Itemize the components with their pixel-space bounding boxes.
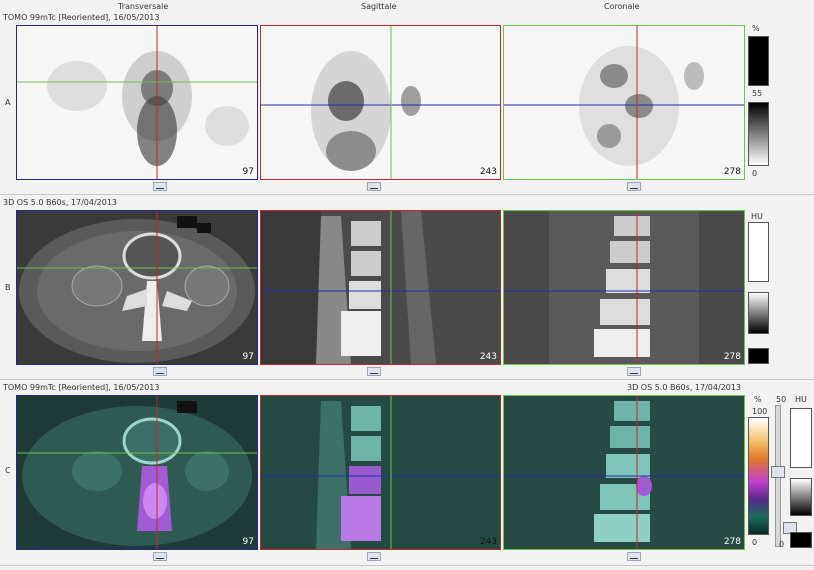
fusion-ct-gradient[interactable] (790, 478, 812, 516)
slice-slider-b-sagittal[interactable] (367, 367, 381, 376)
slice-slider-a-coronal[interactable] (627, 182, 641, 191)
slice-number: 243 (479, 167, 497, 177)
fusion-transverse-image (17, 396, 257, 549)
slice-slider-b-transverse[interactable] (153, 367, 167, 376)
fusion-mix-value: 50 (776, 395, 787, 404)
ct-scale-lower (748, 348, 769, 364)
slice-number: 97 (242, 352, 254, 362)
series-label-c-right: 3D OS 5.0 B60s, 17/04/2013 (627, 383, 742, 392)
view-b-coronal[interactable]: 278 (503, 210, 745, 365)
slice-number: 278 (723, 537, 741, 547)
spect-transverse-image (17, 26, 257, 179)
slice-slider-a-transverse[interactable] (153, 182, 167, 191)
nm-scale-unit: % (752, 24, 760, 33)
row-letter-a: A (5, 98, 11, 107)
view-a-transverse[interactable]: 97 (16, 25, 258, 180)
slice-slider-c-sagittal[interactable] (367, 552, 381, 561)
fusion-scale-min: 0 (752, 538, 758, 547)
slice-slider-b-coronal[interactable] (627, 367, 641, 376)
nm-scale-upper (748, 36, 769, 86)
row-separator (0, 194, 814, 195)
series-label-a: TOMO 99mTc [Reoriented], 16/05/2013 (3, 13, 160, 22)
view-c-sagittal[interactable]: 243 (260, 395, 501, 550)
slice-number: 97 (242, 167, 254, 177)
fusion-ct-lower (790, 532, 812, 548)
slice-number: 278 (723, 352, 741, 362)
fusion-ct-min: 0 (779, 540, 785, 549)
column-header-transverse: Transversale (118, 2, 169, 11)
fusion-sagittal-image (261, 396, 500, 549)
spect-sagittal-image (261, 26, 500, 179)
nm-scale-min: 0 (752, 169, 758, 178)
fusion-ct-upper (790, 408, 812, 468)
ct-coronal-image (504, 211, 744, 364)
ct-scale-gradient[interactable] (748, 292, 769, 334)
nm-scale-gradient[interactable] (748, 102, 769, 166)
fusion-scale-unit: % (754, 395, 762, 404)
column-header-coronal: Coronale (604, 2, 640, 11)
spect-coronal-image (504, 26, 744, 179)
view-c-coronal[interactable]: 278 (503, 395, 745, 550)
nm-scale-max: 55 (752, 89, 763, 98)
fusion-scale-max: 100 (752, 407, 768, 416)
slice-slider-a-sagittal[interactable] (367, 182, 381, 191)
row-letter-b: B (5, 283, 11, 292)
series-label-b: 3D OS 5.0 B60s, 17/04/2013 (3, 198, 118, 207)
view-a-coronal[interactable]: 278 (503, 25, 745, 180)
view-b-transverse[interactable]: 97 (16, 210, 258, 365)
slice-slider-c-transverse[interactable] (153, 552, 167, 561)
ct-sagittal-image (261, 211, 500, 364)
row-letter-c: C (5, 466, 11, 475)
row-separator (0, 565, 814, 566)
series-label-c: TOMO 99mTc [Reoriented], 16/05/2013 (3, 383, 160, 392)
slice-number: 243 (479, 537, 497, 547)
row-separator (0, 379, 814, 380)
column-header-sagittal: Sagittale (361, 2, 397, 11)
slice-number: 243 (479, 352, 497, 362)
view-a-sagittal[interactable]: 243 (260, 25, 501, 180)
view-c-transverse[interactable]: 97 (16, 395, 258, 550)
slice-number: 97 (242, 537, 254, 547)
fusion-coronal-image (504, 396, 744, 549)
ct-scale-upper (748, 222, 769, 282)
slice-slider-c-coronal[interactable] (627, 552, 641, 561)
slice-number: 278 (723, 167, 741, 177)
fusion-scale-gradient[interactable] (748, 417, 769, 535)
view-b-sagittal[interactable]: 243 (260, 210, 501, 365)
ct-scale-unit: HU (751, 212, 763, 221)
fusion-ct-unit: HU (795, 395, 807, 404)
fusion-mix-handle[interactable] (771, 466, 785, 478)
ct-transverse-image (17, 211, 257, 364)
